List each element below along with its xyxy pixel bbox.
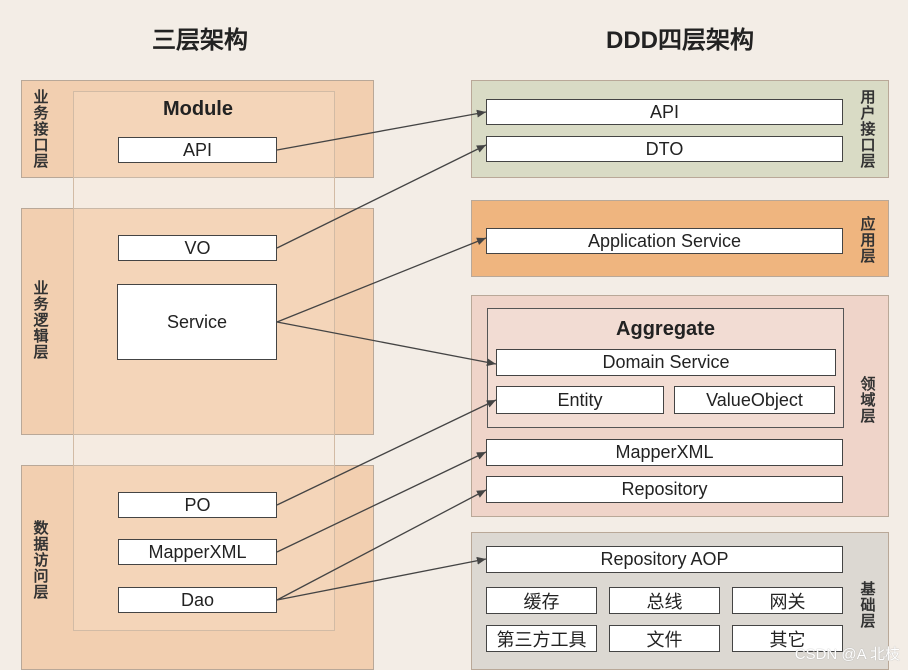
valueobject-box: ValueObject bbox=[674, 386, 835, 414]
po-box: PO bbox=[118, 492, 277, 518]
vo-box: VO bbox=[118, 235, 277, 261]
layer-label: 业务接口层 bbox=[31, 89, 49, 169]
dto-box: DTO bbox=[486, 136, 843, 162]
layer-label: 业务逻辑层 bbox=[31, 280, 49, 360]
domain-service-box: Domain Service bbox=[496, 349, 836, 376]
module-title: Module bbox=[163, 98, 233, 120]
entity-box: Entity bbox=[496, 386, 664, 414]
layer-user-interface bbox=[471, 80, 889, 178]
layer-label: 应用层 bbox=[858, 216, 876, 264]
repository-box: Repository bbox=[486, 476, 843, 503]
repository-aop-box: Repository AOP bbox=[486, 546, 843, 573]
mapperxml-box: MapperXML bbox=[118, 539, 277, 565]
layer-label: 数据访问层 bbox=[31, 520, 49, 600]
mapperxml-box: MapperXML bbox=[486, 439, 843, 466]
gateway-box: 网关 bbox=[732, 587, 843, 614]
service-box: Service bbox=[117, 284, 277, 360]
api-box: API bbox=[118, 137, 277, 163]
file-box: 文件 bbox=[609, 625, 720, 652]
cache-box: 缓存 bbox=[486, 587, 597, 614]
third-party-tools-box: 第三方工具 bbox=[486, 625, 597, 652]
left-title: 三层架构 bbox=[152, 27, 248, 54]
aggregate-title: Aggregate bbox=[616, 318, 715, 340]
right-title: DDD四层架构 bbox=[606, 27, 754, 54]
layer-label: 用户接口层 bbox=[858, 89, 876, 169]
layer-label: 领域层 bbox=[858, 376, 876, 424]
dao-box: Dao bbox=[118, 587, 277, 613]
watermark: CSDN @A 北枝 bbox=[794, 646, 900, 663]
api-box: API bbox=[486, 99, 843, 125]
application-service-box: Application Service bbox=[486, 228, 843, 254]
layer-label: 基础层 bbox=[858, 581, 876, 629]
bus-box: 总线 bbox=[609, 587, 720, 614]
